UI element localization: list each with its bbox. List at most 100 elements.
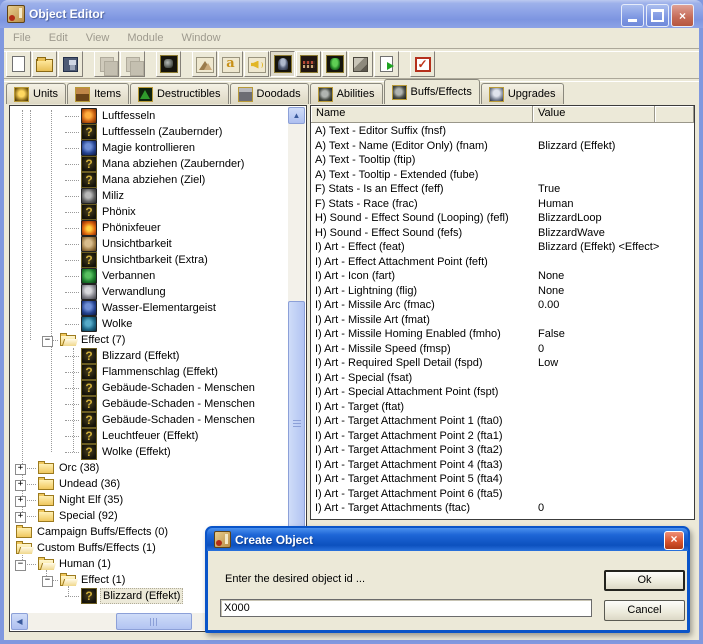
table-row[interactable]: A) Text - Tooltip (ftip)	[311, 153, 694, 168]
tree-horizontal-scroll-thumb[interactable]	[116, 613, 192, 630]
tree-item[interactable]: ?Flammenschlag (Effekt)	[10, 364, 288, 380]
table-row[interactable]: A) Text - Tooltip - Extended (fube)	[311, 168, 694, 183]
ok-button[interactable]: Ok	[604, 570, 685, 591]
terrain-editor-button[interactable]	[192, 51, 217, 77]
table-row[interactable]: I) Art - Missile Arc (fmac)0.00	[311, 298, 694, 313]
table-row[interactable]: I) Art - Missile Speed (fmsp)0	[311, 342, 694, 357]
table-row[interactable]: I) Art - Target Attachment Point 1 (fta0…	[311, 414, 694, 429]
menu-window[interactable]: Window	[172, 30, 229, 46]
tree-item[interactable]: Wasser-Elementargeist	[10, 300, 288, 316]
table-row[interactable]: A) Text - Name (Editor Only) (fnam)Blizz…	[311, 139, 694, 154]
menu-view[interactable]: View	[77, 30, 119, 46]
tree-item[interactable]: ?Luftfesseln (Zaubernder)	[10, 124, 288, 140]
save-button[interactable]	[58, 51, 83, 77]
table-row[interactable]: I) Art - Missile Homing Enabled (fmho)Fa…	[311, 327, 694, 342]
expand-box-icon[interactable]: +	[15, 480, 26, 491]
menu-edit[interactable]: Edit	[40, 30, 77, 46]
tree-item[interactable]: Verwandlung	[10, 284, 288, 300]
collapse-box-icon[interactable]: −	[15, 560, 26, 571]
tree-item[interactable]: ?Phönix	[10, 204, 288, 220]
maximize-button[interactable]	[646, 4, 669, 27]
table-row[interactable]: I) Art - Effect Attachment Point (feft)	[311, 255, 694, 270]
tree-item[interactable]: +Special (92)	[10, 508, 288, 524]
close-button[interactable]: ×	[671, 4, 694, 27]
tree-item[interactable]: ?Gebäude-Schaden - Menschen	[10, 380, 288, 396]
scroll-up-icon[interactable]: ▲	[288, 107, 305, 124]
campaign-editor-button[interactable]	[296, 51, 321, 77]
tree-item[interactable]: −Effect (7)	[10, 332, 288, 348]
tab-destructibles[interactable]: Destructibles	[130, 83, 229, 104]
tree-vertical-scroll-thumb[interactable]	[288, 301, 305, 546]
column-header-name[interactable]: Name	[311, 106, 533, 123]
table-row[interactable]: H) Sound - Effect Sound (Looping) (fefl)…	[311, 211, 694, 226]
table-row[interactable]: I) Art - Target Attachment Point 6 (fta5…	[311, 487, 694, 502]
table-row[interactable]: I) Art - Special Attachment Point (fspt)	[311, 385, 694, 400]
tab-units[interactable]: Units	[6, 83, 66, 104]
new-document-button[interactable]	[6, 51, 31, 77]
tree-item[interactable]: +Undead (36)	[10, 476, 288, 492]
tab-buffs-effects[interactable]: Buffs/Effects	[384, 79, 480, 104]
tree-item[interactable]: ?Mana abziehen (Zaubernder)	[10, 156, 288, 172]
tree-item[interactable]: ?Gebäude-Schaden - Menschen	[10, 396, 288, 412]
tree-item[interactable]: ?Mana abziehen (Ziel)	[10, 172, 288, 188]
table-row[interactable]: I) Art - Missile Art (fmat)	[311, 313, 694, 328]
menu-module[interactable]: Module	[118, 30, 172, 46]
ai-editor-button[interactable]	[322, 51, 347, 77]
tab-doodads[interactable]: Doodads	[230, 83, 309, 104]
new-custom-object-button[interactable]	[156, 51, 181, 77]
tree-item[interactable]: ?Blizzard (Effekt)	[10, 348, 288, 364]
table-row[interactable]: F) Stats - Race (frac)Human	[311, 197, 694, 212]
tab-items[interactable]: Items	[67, 83, 129, 104]
tree-item[interactable]: +Orc (38)	[10, 460, 288, 476]
table-row[interactable]: I) Art - Target Attachment Point 3 (fta2…	[311, 443, 694, 458]
table-row[interactable]: I) Art - Effect (feat)Blizzard (Effekt) …	[311, 240, 694, 255]
table-row[interactable]: H) Sound - Effect Sound (fefs)BlizzardWa…	[311, 226, 694, 241]
table-row[interactable]: I) Art - Required Spell Detail (fspd)Low	[311, 356, 694, 371]
scroll-left-icon[interactable]: ◀	[11, 613, 28, 630]
tree-item-label: Unsichtbarkeit	[100, 237, 174, 251]
tree-item[interactable]: Miliz	[10, 188, 288, 204]
column-header-value[interactable]: Value	[533, 106, 655, 123]
tree-item-label: Mana abziehen (Zaubernder)	[100, 157, 246, 171]
object-manager-button[interactable]	[348, 51, 373, 77]
expand-box-icon[interactable]: +	[15, 496, 26, 507]
tree-item[interactable]: ?Gebäude-Schaden - Menschen	[10, 412, 288, 428]
tree-item[interactable]: Luftfesseln	[10, 108, 288, 124]
table-row[interactable]: I) Art - Icon (fart)None	[311, 269, 694, 284]
table-row[interactable]: I) Art - Special (fsat)	[311, 371, 694, 386]
table-row[interactable]: I) Art - Target Attachment Point 2 (fta1…	[311, 429, 694, 444]
table-row[interactable]: F) Stats - Is an Effect (feff)True	[311, 182, 694, 197]
tree-item[interactable]: Magie kontrollieren	[10, 140, 288, 156]
table-row[interactable]: A) Text - Editor Suffix (fnsf)	[311, 124, 694, 139]
object-editor-button[interactable]	[270, 51, 295, 77]
expand-box-icon[interactable]: +	[15, 512, 26, 523]
tree-item[interactable]: ?Unsichtbarkeit (Extra)	[10, 252, 288, 268]
test-map-button[interactable]: ✓	[410, 51, 435, 77]
table-row[interactable]: I) Art - Target Attachment Point 5 (fta4…	[311, 472, 694, 487]
sound-editor-button[interactable]	[244, 51, 269, 77]
collapse-box-icon[interactable]: −	[42, 576, 53, 587]
import-manager-button[interactable]	[374, 51, 399, 77]
tree-item[interactable]: Phönixfeuer	[10, 220, 288, 236]
trigger-editor-button[interactable]: a	[218, 51, 243, 77]
table-row[interactable]: I) Art - Target Attachments (ftac)0	[311, 501, 694, 516]
object-id-input[interactable]	[220, 599, 592, 617]
tab-upgrades[interactable]: Upgrades	[481, 83, 564, 104]
cancel-button[interactable]: Cancel	[604, 600, 685, 621]
tree-item[interactable]: ?Wolke (Effekt)	[10, 444, 288, 460]
table-row[interactable]: I) Art - Target Attachment Point 4 (fta3…	[311, 458, 694, 473]
dialog-close-button[interactable]: ×	[664, 531, 684, 550]
minimize-button[interactable]	[621, 4, 644, 27]
tab-abilities[interactable]: Abilities	[310, 83, 383, 104]
tree-item[interactable]: Verbannen	[10, 268, 288, 284]
tree-item[interactable]: Wolke	[10, 316, 288, 332]
tree-item[interactable]: Unsichtbarkeit	[10, 236, 288, 252]
table-row[interactable]: I) Art - Target (ftat)	[311, 400, 694, 415]
expand-box-icon[interactable]: +	[15, 464, 26, 475]
open-button[interactable]	[32, 51, 57, 77]
collapse-box-icon[interactable]: −	[42, 336, 53, 347]
tree-item[interactable]: ?Leuchtfeuer (Effekt)	[10, 428, 288, 444]
menu-file[interactable]: File	[4, 30, 40, 46]
tree-item[interactable]: +Night Elf (35)	[10, 492, 288, 508]
table-row[interactable]: I) Art - Lightning (flig)None	[311, 284, 694, 299]
